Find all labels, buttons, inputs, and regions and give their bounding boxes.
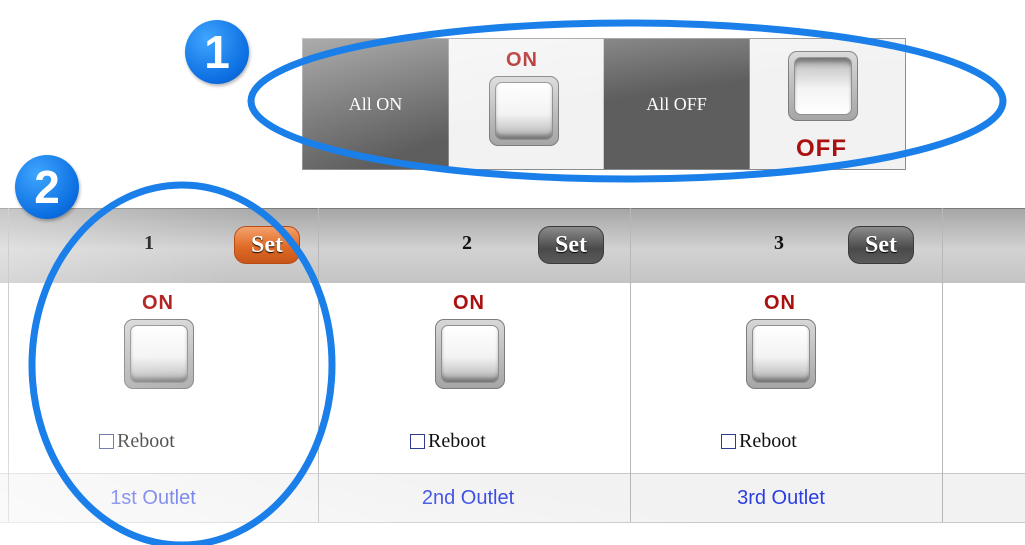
rocker-key [130,325,188,383]
set-button-outlet-2[interactable]: Set [538,226,604,264]
reboot-label: Reboot [428,429,486,452]
callout-badge-1: 1 [185,20,249,84]
reboot-option-outlet-1[interactable]: Reboot [99,430,175,452]
all-off-switch[interactable] [788,51,858,121]
rocker-key [441,325,499,383]
all-off-switch-cell: OFF [750,39,905,169]
outlet-state-text: ON [142,292,174,314]
rocker-key [794,57,852,115]
rocker-key [752,325,810,383]
outlet-state-text: ON [764,292,796,314]
rocker-key [495,82,553,140]
outlet-column-2: 2 Set ON Reboot 2nd Outlet [318,208,628,522]
outlet-table: 1 Set ON Reboot 1st Outlet 2 Set ON Rebo… [0,208,1025,523]
callout-badge-2: 2 [15,155,79,219]
all-on-switch-cell: ON [449,39,604,169]
outlet-column-1: 1 Set ON Reboot 1st Outlet [8,208,318,522]
set-button-outlet-1[interactable]: Set [234,226,300,264]
outlet-2-power-switch[interactable] [435,319,505,389]
all-off-state-text: OFF [796,135,847,162]
reboot-option-outlet-2[interactable]: Reboot [410,430,486,452]
set-button-outlet-3[interactable]: Set [848,226,914,264]
all-on-state-text: ON [506,49,538,71]
reboot-label: Reboot [739,429,797,452]
outlet-1-power-switch[interactable] [124,319,194,389]
all-off-label: All OFF [604,39,750,169]
outlet-3-power-switch[interactable] [746,319,816,389]
all-on-label: All ON [303,39,449,169]
outlet-state-text: ON [453,292,485,314]
column-divider [942,208,943,522]
reboot-option-outlet-3[interactable]: Reboot [721,430,797,452]
reboot-checkbox[interactable] [410,433,425,449]
reboot-checkbox[interactable] [99,433,114,449]
outlet-column-3: 3 Set ON Reboot 3rd Outlet [630,208,940,522]
all-on-switch[interactable] [489,76,559,146]
reboot-checkbox[interactable] [721,433,736,449]
outlet-name: 3rd Outlet [737,487,825,509]
outlet-name: 1st Outlet [110,487,196,509]
all-outlets-control-bar: All ON ON All OFF OFF [302,38,906,170]
outlet-name: 2nd Outlet [421,487,515,509]
reboot-label: Reboot [117,429,175,452]
